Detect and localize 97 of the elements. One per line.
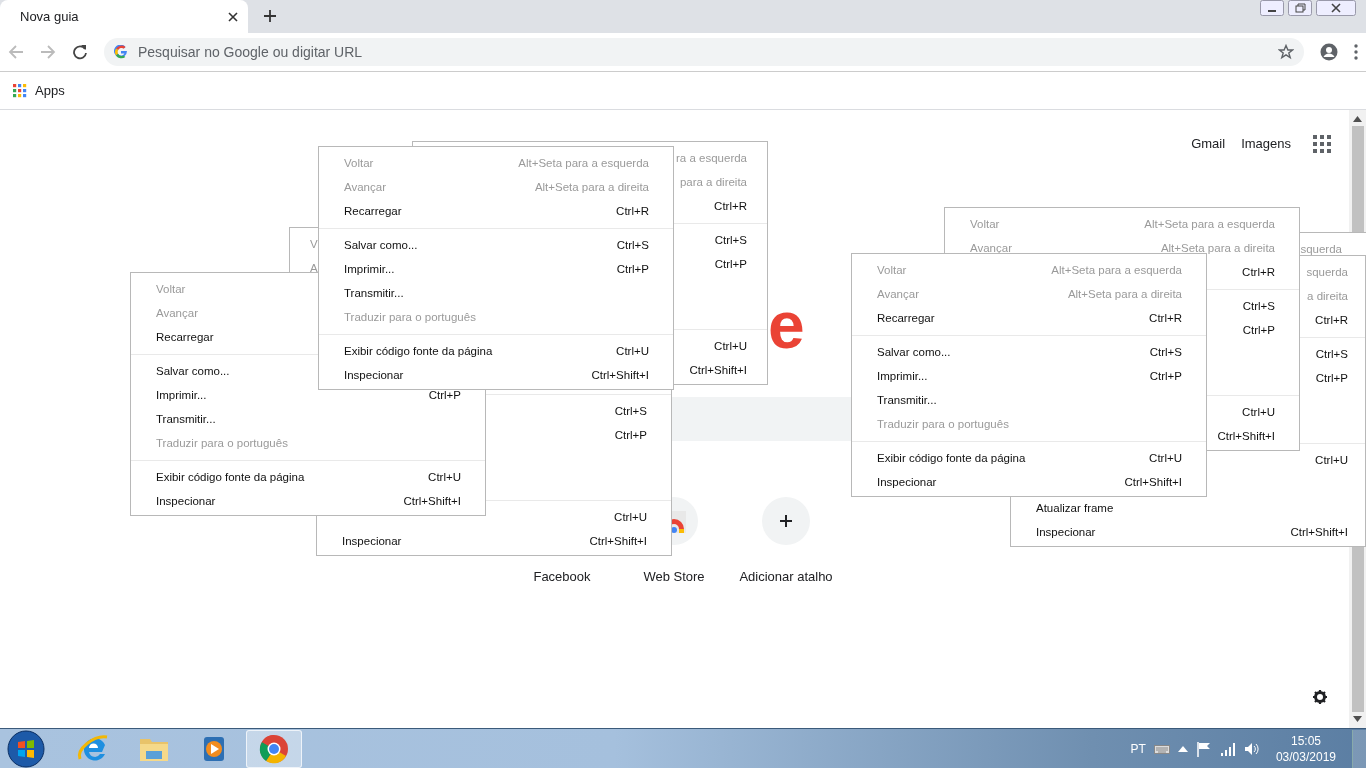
shortcut-text: Alt+Seta para a direita [534,179,649,195]
menu-item[interactable]: Salvar como... [344,237,418,253]
apps-grid-icon[interactable] [1313,135,1331,153]
menu-item[interactable]: Atualizar frame [1036,500,1114,516]
shortcut-text: Ctrl+P [714,256,747,272]
new-tab-icon[interactable] [263,9,277,23]
menu-item[interactable]: Inspecionar [342,533,402,549]
shortcut-text: Ctrl+S [616,237,649,253]
shortcut-text: Ctrl+R [1149,310,1182,326]
shortcut-text: Ctrl+S [1149,344,1182,360]
shortcut-text: a direita [1307,288,1348,304]
menu-item[interactable]: Recarregar [344,203,402,219]
shortcut-text: Ctrl+U [1315,452,1348,468]
shortcut-text: Ctrl+P [616,261,649,277]
logo-text: e [768,295,806,355]
close-icon[interactable] [228,11,238,22]
menu-icon[interactable] [1354,44,1358,60]
tray-arrow-icon[interactable] [1177,745,1188,752]
scroll-up-icon[interactable] [1353,116,1362,122]
shortcut-text: Ctrl+S [714,232,747,248]
shortcut-text: Ctrl+U [1242,404,1275,420]
profile-icon[interactable] [1320,43,1338,61]
speaker-icon[interactable] [1243,741,1260,756]
shortcut-text: Alt+Seta para a esquerda [1051,262,1182,278]
shortcut-text: Alt+Seta para a direita [1067,286,1182,302]
shortcut-text: Ctrl+P [1149,368,1182,384]
shortcut-text: Ctrl+S [1315,346,1348,362]
settings-icon[interactable] [1313,690,1327,705]
signal-icon[interactable] [1219,741,1236,756]
shortcut-text: Alt+Seta para a direita [1160,240,1275,256]
shortcut-text: Ctrl+U [616,343,649,359]
shortcut-text: Ctrl+P [1315,370,1348,386]
menu-item[interactable]: Exibir código fonte da página [156,469,305,485]
bookmark-link[interactable]: Apps [35,80,65,101]
shortcut-text: Ctrl+Shift+I [591,367,649,383]
header-link[interactable]: Gmail [1191,134,1226,154]
flag-icon[interactable] [1195,740,1212,757]
shortcut-text: Ctrl+P [428,387,461,403]
star-icon[interactable] [1278,44,1294,60]
keyboard-icon[interactable] [1153,742,1170,755]
shortcut-text: Ctrl+R [616,203,649,219]
clock[interactable]: 15:05 03/03/2019 [1275,732,1336,765]
close-icon[interactable] [1316,0,1356,16]
shortcut-text: Alt+Seta para a esquerda [518,155,649,171]
shortcut-text: ra a esquerda [676,150,747,166]
menu-item[interactable]: Recarregar [877,310,935,326]
shortcut-label[interactable]: Web Store [643,567,705,587]
shortcut-text: Alt+Seta para a esquerda [1144,216,1275,232]
menu-item[interactable]: Inspecionar [344,367,404,383]
menu-item[interactable]: Imprimir... [156,387,207,403]
reload-icon[interactable] [72,44,88,60]
shortcut-text: Ctrl+P [1242,322,1275,338]
address-bar[interactable]: Pesquisar no Google ou digitar URL [104,38,1304,66]
scroll-down-icon[interactable] [1353,716,1362,722]
shortcut-text: Ctrl+Shift+I [589,533,647,549]
shortcut-text: Ctrl+R [1315,312,1348,328]
shortcut-text: Ctrl+Shift+I [1290,524,1348,540]
taskbar-button[interactable] [246,729,302,768]
menu-item[interactable]: Inspecionar [877,474,937,490]
menu-item[interactable]: Salvar como... [156,363,230,379]
menu-item[interactable]: Inspecionar [1036,524,1096,540]
shortcut-text: Ctrl+S [614,403,647,419]
shortcut-text: Ctrl+Shift+I [403,493,461,509]
minimize-icon[interactable] [1260,0,1284,16]
header-link[interactable]: Imagens [1241,134,1291,154]
menu-item[interactable]: Exibir código fonte da página [344,343,493,359]
shortcut-label[interactable]: Adicionar atalho [739,567,833,587]
shortcut-text: Ctrl+U [1149,450,1182,466]
menu-item[interactable]: Recarregar [156,329,214,345]
shortcut-text: Ctrl+Shift+I [1217,428,1275,444]
menu-item[interactable]: Imprimir... [344,261,395,277]
start-orb-icon[interactable] [6,728,46,768]
restore-icon[interactable] [1288,0,1312,16]
shortcut-label[interactable]: Facebook [533,567,591,587]
menu-item[interactable]: Transmitir... [877,392,937,408]
menu-item[interactable]: Exibir código fonte da página [877,450,1026,466]
shortcut-text: Ctrl+U [428,469,461,485]
menu-item[interactable]: Imprimir... [877,368,928,384]
menu-item[interactable]: Salvar como... [877,344,951,360]
shortcut-text: Ctrl+P [614,427,647,443]
shortcut-text: Ctrl+R [1242,264,1275,280]
shortcut-text: Ctrl+R [714,198,747,214]
shortcut-text: Ctrl+U [714,338,747,354]
shortcut-text: para a direita [679,174,747,190]
apps-icon[interactable] [13,83,27,98]
browser-tab[interactable]: Nova guia [0,0,248,33]
shortcut-text: Ctrl+Shift+I [1124,474,1182,490]
shortcut-text: Ctrl+Shift+I [689,362,747,378]
shortcut-text: Ctrl+U [614,509,647,525]
google-icon [114,45,128,59]
menu-item[interactable]: Transmitir... [156,411,216,427]
shortcut-text: squerda [1300,241,1342,257]
menu-item[interactable]: Transmitir... [344,285,404,301]
shortcut-text: Ctrl+S [1242,298,1275,314]
menu-item[interactable]: Inspecionar [156,493,216,509]
shortcut-text: squerda [1306,264,1348,280]
language-indicator[interactable]: PT [1130,739,1146,758]
